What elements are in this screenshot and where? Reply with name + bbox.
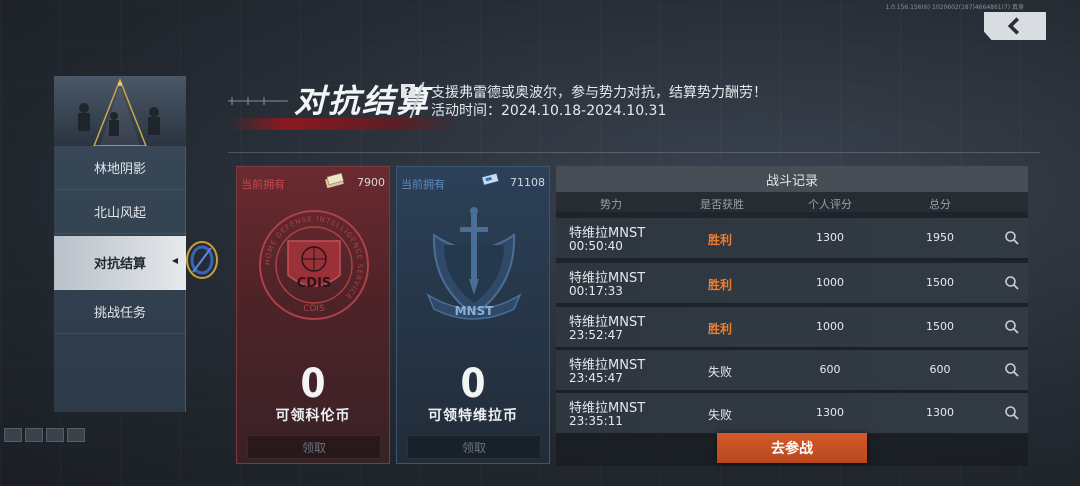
record-total-score: 1950	[926, 231, 954, 244]
sidebar-item-confrontation-settlement[interactable]: 对抗结算 ◀	[54, 236, 186, 290]
sidebar-item-challenge-tasks[interactable]: 挑战任务	[54, 290, 186, 334]
records-column-headers: 势力 是否获胜 个人评分 总分	[556, 192, 1028, 212]
cdis-emblem: HOME DEFENSE INTELLIGENCE SERVICE CDIS C…	[254, 205, 374, 325]
kc-banknote-icon	[325, 172, 344, 188]
chevron-left-icon	[1007, 17, 1020, 35]
description-text: 支援弗雷德或奥波尔，参与势力对抗，结算势力酬劳！	[431, 85, 767, 101]
record-result: 胜利	[707, 233, 733, 247]
sidebar-item-north-mountain[interactable]: 北山风起	[54, 190, 186, 234]
claimable-label: 可领科伦币	[275, 408, 351, 424]
deco-block	[46, 428, 64, 442]
record-result: 胜利	[707, 278, 733, 292]
join-battle-button[interactable]: 去参战	[717, 433, 867, 463]
record-personal-score: 1000	[816, 276, 844, 289]
mnst-currency-card: 当前拥有 71108 MNST 0 可领特维拉币 领取	[396, 166, 550, 464]
record-result: 失败	[707, 365, 733, 379]
search-icon[interactable]	[1004, 405, 1020, 421]
claimable-amount: 0	[460, 361, 486, 407]
emblem-text: CDIS	[297, 276, 332, 291]
owned-label: 当前拥有	[241, 178, 285, 191]
event-emblem	[54, 76, 186, 146]
build-info: 1.0.156.156(6) 1020602(187)4664861(7) 真身	[885, 4, 1024, 11]
corner-decoration	[4, 428, 85, 442]
claimable-amount: 0	[300, 361, 326, 407]
record-personal-score: 1300	[816, 231, 844, 244]
record-total-score: 600	[929, 363, 951, 376]
record-row: 特维拉MNST 00:17:33 胜利 1000 1500	[556, 263, 1028, 304]
mnst-dagger-shield-icon: MNST	[426, 207, 522, 320]
record-personal-score: 1000	[816, 320, 844, 333]
cdis-shield-icon: HOME DEFENSE INTELLIGENCE SERVICE CDIS C…	[259, 210, 369, 320]
record-time: 00:50:40	[569, 239, 623, 253]
column-header-won: 是否获胜	[700, 198, 744, 211]
emblem-text: MNST	[455, 304, 495, 318]
column-header-faction: 势力	[600, 198, 622, 211]
header-decoration	[228, 97, 288, 105]
sidebar-item-label: 北山风起	[93, 206, 146, 221]
record-time: 23:35:11	[569, 414, 623, 428]
soldiers-emblem-icon	[78, 77, 160, 146]
search-icon[interactable]	[1004, 230, 1020, 246]
record-total-score: 1500	[926, 320, 954, 333]
ring-badge-icon	[183, 238, 221, 282]
column-header-total: 总分	[929, 198, 951, 211]
record-result: 胜利	[707, 322, 733, 336]
event-description: 支援弗雷德或奥波尔，参与势力对抗，结算势力酬劳！ 活动时间：2024.10.18…	[431, 84, 767, 120]
record-result: 失败	[707, 408, 733, 422]
help-icon[interactable]: ?	[401, 84, 415, 98]
search-icon[interactable]	[1004, 362, 1020, 378]
active-indicator-icon: ◀	[171, 256, 178, 265]
emblem-bottom-text: CDIS	[303, 304, 325, 314]
sidebar: 林地阴影 北山风起 对抗结算 ◀ 挑战任务	[54, 76, 186, 412]
record-total-score: 1500	[926, 276, 954, 289]
event-period: 活动时间：2024.10.18-2024.10.31	[431, 103, 667, 119]
record-time: 23:52:47	[569, 328, 623, 342]
owned-label: 当前拥有	[401, 178, 445, 191]
record-personal-score: 1300	[816, 406, 844, 419]
record-time: 00:17:33	[569, 284, 623, 298]
mnst-banknote-icon	[481, 172, 499, 186]
sidebar-menu: 林地阴影 北山风起 对抗结算 ◀ 挑战任务	[54, 146, 186, 412]
deco-block	[4, 428, 22, 442]
record-row: 特维拉MNST 00:50:40 胜利 1300 1950	[556, 218, 1028, 259]
sidebar-item-label: 挑战任务	[93, 306, 146, 321]
deco-block	[67, 428, 85, 442]
claim-kc-button[interactable]: 领取	[247, 435, 381, 459]
record-row: 特维拉MNST 23:52:47 胜利 1000 1500	[556, 307, 1028, 348]
battle-records-panel: 战斗记录 势力 是否获胜 个人评分 总分 特维拉MNST 00:50:40 胜利…	[556, 166, 1028, 466]
record-row: 特维拉MNST 23:45:47 失败 600 600	[556, 350, 1028, 391]
deco-block	[25, 428, 43, 442]
claim-mnst-button[interactable]: 领取	[407, 435, 541, 459]
card-header: 当前拥有 7900	[237, 167, 389, 195]
owned-count: 7900	[357, 176, 385, 189]
record-personal-score: 600	[819, 363, 841, 376]
sidebar-item-label: 林地阴影	[93, 162, 146, 177]
record-row: 特维拉MNST 23:35:11 失败 1300 1300	[556, 393, 1028, 434]
record-total-score: 1300	[926, 406, 954, 419]
search-icon[interactable]	[1004, 319, 1020, 335]
card-header: 当前拥有 71108	[397, 167, 549, 195]
sidebar-item-label: 对抗结算	[93, 257, 146, 272]
kc-currency-card: 当前拥有 7900 HOME DEFENSE INTELLIGENCE SERV…	[236, 166, 390, 464]
sidebar-item-woodland-shadow[interactable]: 林地阴影	[54, 146, 186, 190]
column-header-personal-score: 个人评分	[808, 198, 852, 211]
owned-count: 71108	[510, 176, 545, 189]
record-time: 23:45:47	[569, 371, 623, 385]
mnst-emblem: MNST	[414, 205, 534, 325]
records-title: 战斗记录	[556, 166, 1028, 192]
search-icon[interactable]	[1004, 275, 1020, 291]
back-button[interactable]	[984, 12, 1046, 40]
claimable-label: 可领特维拉币	[428, 408, 518, 424]
